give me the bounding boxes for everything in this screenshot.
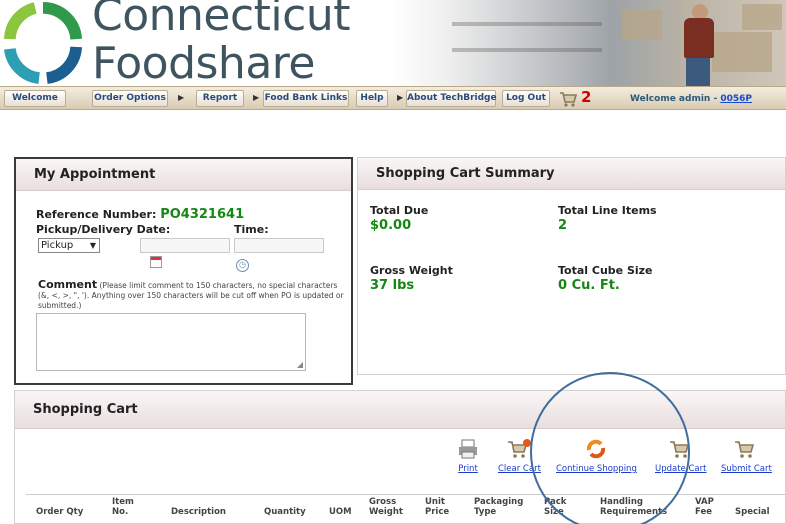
cart-count-badge: 2 [581,88,592,106]
clock-icon[interactable]: ◷ [236,259,249,272]
logo-ring-icon [4,2,82,84]
nav-order-options[interactable]: Order Options [92,90,168,107]
welcome-prefix: Welcome admin - [630,94,721,104]
resize-grip-icon[interactable]: ◢ [297,360,303,369]
comment-textarea[interactable]: ◢ [36,313,306,371]
comment-title: Comment [38,278,98,291]
column-header[interactable]: Unit Price [425,497,455,517]
line-items-label: Total Line Items [558,204,657,217]
calendar-icon[interactable] [150,256,162,268]
nav-arrow-icon: ▶ [397,93,404,102]
pickup-delivery-select[interactable]: Pickup ▼ [38,238,100,253]
column-header[interactable]: VAP Fee [695,497,721,517]
column-header[interactable]: Item No. [112,497,146,517]
nav-help[interactable]: Help [356,90,388,107]
print-icon [459,439,477,459]
reference-label: Reference Number: [36,208,157,221]
welcome-message: Welcome admin - 0056P [630,94,752,104]
main-nav: Welcome Order Options ▶ Report ▶ Food Ba… [0,86,786,110]
comment-label: Comment (Please limit comment to 150 cha… [38,278,350,311]
total-due-value: $0.00 [370,218,412,233]
chevron-down-icon: ▼ [89,241,96,250]
clear-cart-icon [508,439,532,458]
line-items-value: 2 [558,218,568,233]
cart-summary-panel: Shopping Cart Summary Total Due $0.00 To… [357,157,786,375]
column-header[interactable]: Quantity [264,507,306,517]
submit-cart-icon [735,441,755,458]
column-header[interactable]: Packaging Type [474,497,530,517]
date-label: Pickup/Delivery Date: [36,223,171,236]
cart-icon[interactable] [558,89,578,109]
cube-size-value: 0 Cu. Ft. [558,278,620,293]
cart-summary-title: Shopping Cart Summary [358,158,785,190]
welcome-user-link[interactable]: 0056P [720,94,752,104]
annotation-circle [530,372,690,524]
nav-arrow-icon: ▶ [178,93,185,102]
reference-row: Reference Number: PO4321641 [36,207,244,222]
total-due-label: Total Due [370,204,429,217]
time-input[interactable] [234,238,324,253]
submit-cart-label: Submit Cart [721,464,772,474]
column-header[interactable]: Gross Weight [369,497,405,517]
appointment-title: My Appointment [16,159,351,191]
pickup-select-value: Pickup [41,240,74,251]
time-label: Time: [234,223,269,236]
column-header[interactable]: Special [735,507,770,517]
cube-size-label: Total Cube Size [558,264,653,277]
warehouse-photo [392,0,786,88]
brand-name-line2: Foodshare [92,38,315,88]
column-header[interactable]: Description [171,507,226,517]
appointment-panel: My Appointment Reference Number: PO43216… [14,157,353,385]
gross-weight-value: 37 lbs [370,278,415,293]
nav-welcome[interactable]: Welcome [4,90,66,107]
date-input[interactable] [140,238,230,253]
submit-cart-button[interactable]: Submit Cart [721,438,772,474]
brand-name-line1: Connecticut [92,0,350,41]
nav-arrow-icon: ▶ [253,93,260,102]
column-header[interactable]: Order Qty [36,507,83,517]
nav-log-out[interactable]: Log Out [502,90,550,107]
nav-report[interactable]: Report [196,90,244,107]
print-button[interactable]: Print [457,438,479,474]
reference-number: PO4321641 [160,207,245,222]
nav-about-techbridge[interactable]: About TechBridge [406,90,497,107]
gross-weight-label: Gross Weight [370,264,453,277]
column-header[interactable]: UOM [329,507,352,517]
nav-food-bank-links[interactable]: Food Bank Links [263,90,349,107]
site-header: Connecticut Foodshare [0,0,786,88]
print-label: Print [458,464,478,474]
